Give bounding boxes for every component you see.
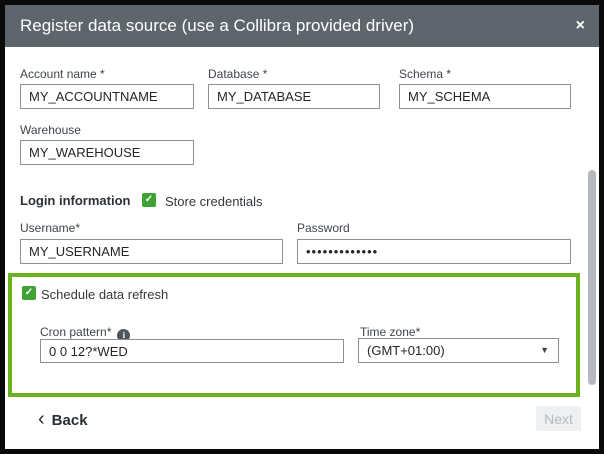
cron-pattern-input[interactable] [40, 339, 344, 363]
scrollbar-thumb[interactable] [588, 170, 596, 385]
password-input[interactable] [297, 239, 571, 264]
dialog-header: Register data source (use a Collibra pro… [5, 5, 599, 47]
timezone-label: Time zone* [360, 325, 420, 339]
register-data-source-dialog: Register data source (use a Collibra pro… [5, 5, 599, 449]
password-label: Password [297, 221, 350, 235]
screenshot-frame: Register data source (use a Collibra pro… [0, 0, 604, 454]
dialog-title: Register data source (use a Collibra pro… [20, 5, 414, 47]
back-button[interactable]: ‹ Back [38, 408, 88, 432]
timezone-select[interactable]: (GMT+01:00) ▼ [358, 338, 559, 363]
database-input[interactable] [208, 84, 380, 109]
cron-pattern-label-text: Cron pattern* [40, 325, 111, 339]
username-input[interactable] [20, 239, 283, 264]
warehouse-label: Warehouse [20, 123, 81, 137]
username-label: Username* [20, 221, 80, 235]
close-icon[interactable]: × [576, 5, 585, 47]
database-label: Database * [208, 67, 267, 81]
account-name-input[interactable] [20, 84, 194, 109]
schedule-data-refresh-label: Schedule data refresh [41, 287, 168, 302]
chevron-down-icon: ▼ [540, 339, 549, 362]
chevron-left-icon: ‹ [38, 409, 45, 429]
warehouse-input[interactable] [20, 140, 194, 165]
schema-label: Schema * [399, 67, 451, 81]
next-button[interactable]: Next [536, 406, 581, 431]
store-credentials-checkbox[interactable]: ✓ [142, 193, 156, 207]
store-credentials-label: Store credentials [165, 194, 263, 209]
timezone-value: (GMT+01:00) [367, 343, 445, 358]
schedule-data-refresh-checkbox[interactable]: ✓ [22, 286, 36, 300]
back-label: Back [52, 412, 88, 429]
checkmark-icon: ✓ [142, 193, 156, 207]
checkmark-icon: ✓ [22, 286, 36, 300]
schema-input[interactable] [399, 84, 571, 109]
account-name-label: Account name * [20, 67, 105, 81]
login-information-heading: Login information [20, 193, 130, 208]
